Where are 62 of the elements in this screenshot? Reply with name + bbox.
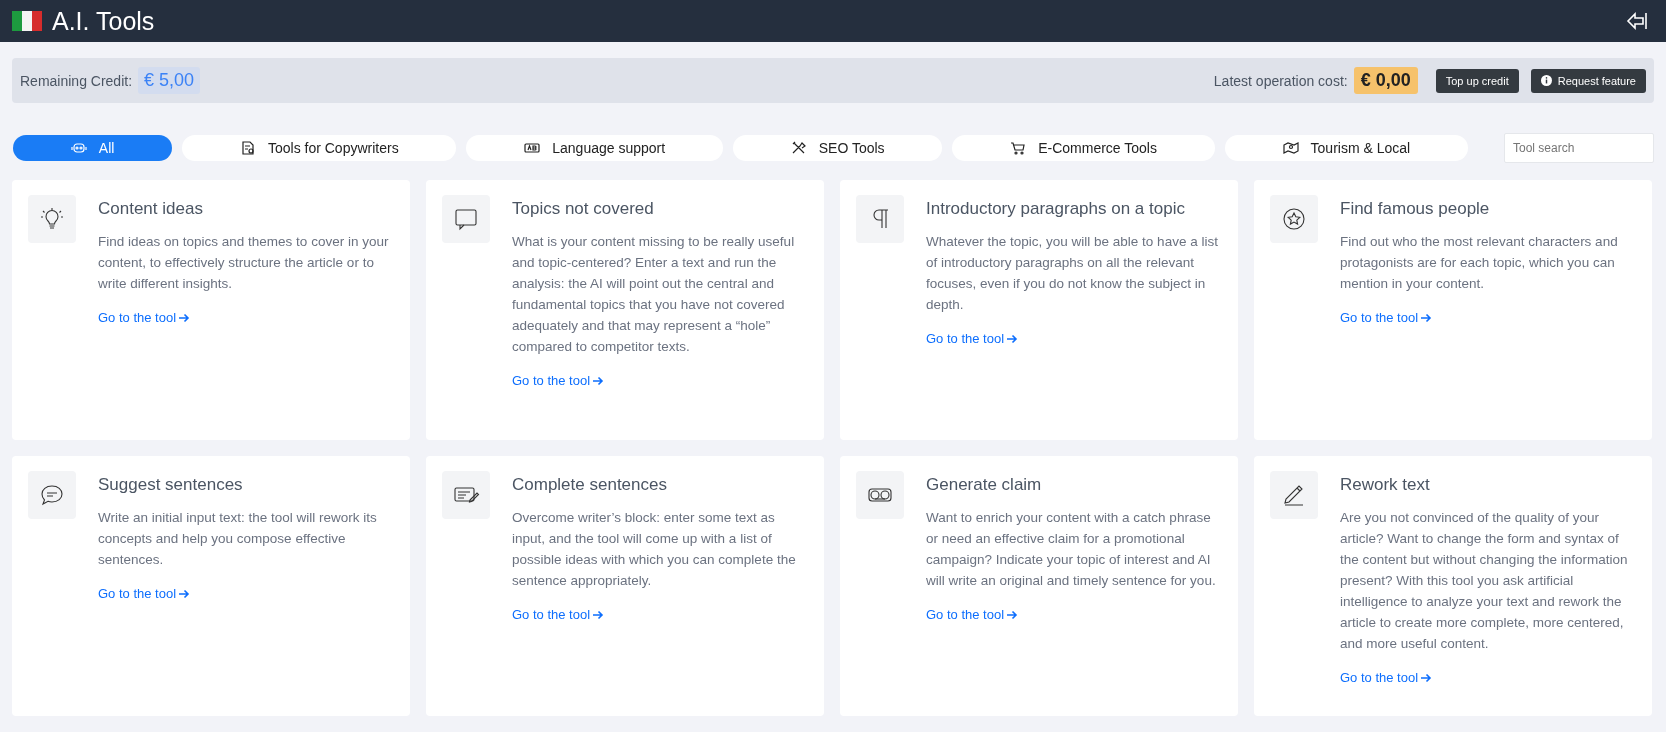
arrow-right-icon (1421, 312, 1433, 323)
tool-title: Topics not covered (512, 199, 655, 219)
search-field[interactable]: Tool search (1503, 133, 1654, 163)
chat-icon (28, 471, 76, 519)
lightbulb-icon (28, 195, 76, 243)
pilcrow-icon (856, 195, 904, 243)
robot-icon (70, 141, 87, 155)
remaining-credit-label: Remaining Credit: (20, 72, 133, 89)
flag-icon (12, 11, 42, 31)
go-to-tool-link[interactable]: Go to the tool (926, 607, 1019, 622)
tool-title: Rework text (1340, 475, 1431, 495)
tool-title: Content ideas (98, 199, 204, 219)
text-badge-icon (524, 141, 541, 155)
map-icon (1282, 141, 1299, 155)
arrow-right-icon (593, 375, 605, 386)
arrow-right-icon (1421, 672, 1433, 683)
go-to-tool-link[interactable]: Go to the tool (98, 586, 191, 601)
tool-title: Suggest sentences (98, 475, 244, 495)
tool-description: Write an initial input text: the tool will rework its concepts and help you compose effective sentences. (98, 509, 378, 569)
tool-title: Introductory paragraphs on a topic (926, 199, 1186, 219)
pencil-note-icon (442, 471, 490, 519)
pencil-icon (1270, 471, 1318, 519)
arrow-right-icon (1007, 609, 1019, 620)
tool-title: Complete sentences (512, 475, 668, 495)
go-to-tool-link[interactable]: Go to the tool (98, 310, 191, 325)
go-to-tool-link[interactable]: Go to the tool (1340, 310, 1433, 325)
info-icon (1540, 75, 1552, 86)
tool-description: Want to enrich your content with a catch phrase or need an effective claim for a promotional campaign? Indicate your topic of interest and AI will write an original and timely sentence for you. (926, 509, 1217, 590)
go-to-tool-link[interactable]: Go to the tool (926, 331, 1019, 346)
operation-cost-label: Latest operation cost: (1213, 72, 1348, 89)
request-feature-button[interactable]: Request feature (1530, 68, 1646, 93)
app-title: A.I. Tools (52, 6, 155, 36)
tool-description: Find ideas on topics and themes to cover in your content, to effectively structure the article or to write different insights. (98, 233, 390, 293)
tool-description: Are you not convinced of the quality of your article? Want to change the form and syntax of the content but without changing the information present? With this tool you ask artificial intelligence to analyze your text and rework the article to create more complete, more centered, and more useful content. (1340, 509, 1629, 653)
category-tab[interactable]: Tools for Copywriters (182, 135, 457, 161)
go-to-tool-link[interactable]: Go to the tool (512, 373, 605, 388)
tool-description: What is your content missing to be really useful and topic-centered? Enter a text and run the analysis: the AI will point out the central and fundamental topics that you have not covered adequately and that may represent a “hole” compared to competitor texts. (512, 233, 796, 356)
tools-icon (790, 141, 807, 155)
tool-description: Whatever the topic, you will be able to have a list of introductory paragraphs on all the relevant focuses, even if you do not know the subject in depth. (926, 233, 1219, 314)
category-tab[interactable]: Language support (466, 135, 723, 161)
cart-icon (1010, 141, 1027, 155)
category-tab[interactable]: E-Commerce Tools (952, 135, 1215, 161)
top-up-button[interactable]: Top up credit (1435, 68, 1519, 93)
category-tab[interactable]: All (13, 135, 173, 161)
cassette-icon (856, 471, 904, 519)
category-tab[interactable]: Tourism & Local (1224, 135, 1468, 161)
arrow-right-icon (593, 609, 605, 620)
arrow-right-icon (179, 312, 191, 323)
tool-description: Find out who the most relevant characters and protagonists are for each topic, which you can mention in your content. (1340, 233, 1619, 293)
go-to-tool-link[interactable]: Go to the tool (1340, 670, 1433, 685)
operation-cost-value: € 0,00 (1353, 67, 1418, 94)
collapse-sidebar-icon[interactable] (1626, 12, 1648, 30)
tool-title: Find famous people (1340, 199, 1491, 219)
remaining-credit-value: € 5,00 (138, 67, 201, 94)
go-to-tool-link[interactable]: Go to the tool (512, 607, 605, 622)
document-icon (239, 141, 256, 155)
category-tab[interactable]: SEO Tools (732, 135, 943, 161)
tool-description: Overcome writer’s block: enter some text as input, and the tool will come up with a list of possible ideas with which you can complete the sentence appropriately. (512, 509, 797, 590)
arrow-right-icon (179, 588, 191, 599)
tool-title: Generate claim (926, 475, 1043, 495)
speech-bubble-icon (442, 195, 490, 243)
arrow-right-icon (1007, 333, 1019, 344)
